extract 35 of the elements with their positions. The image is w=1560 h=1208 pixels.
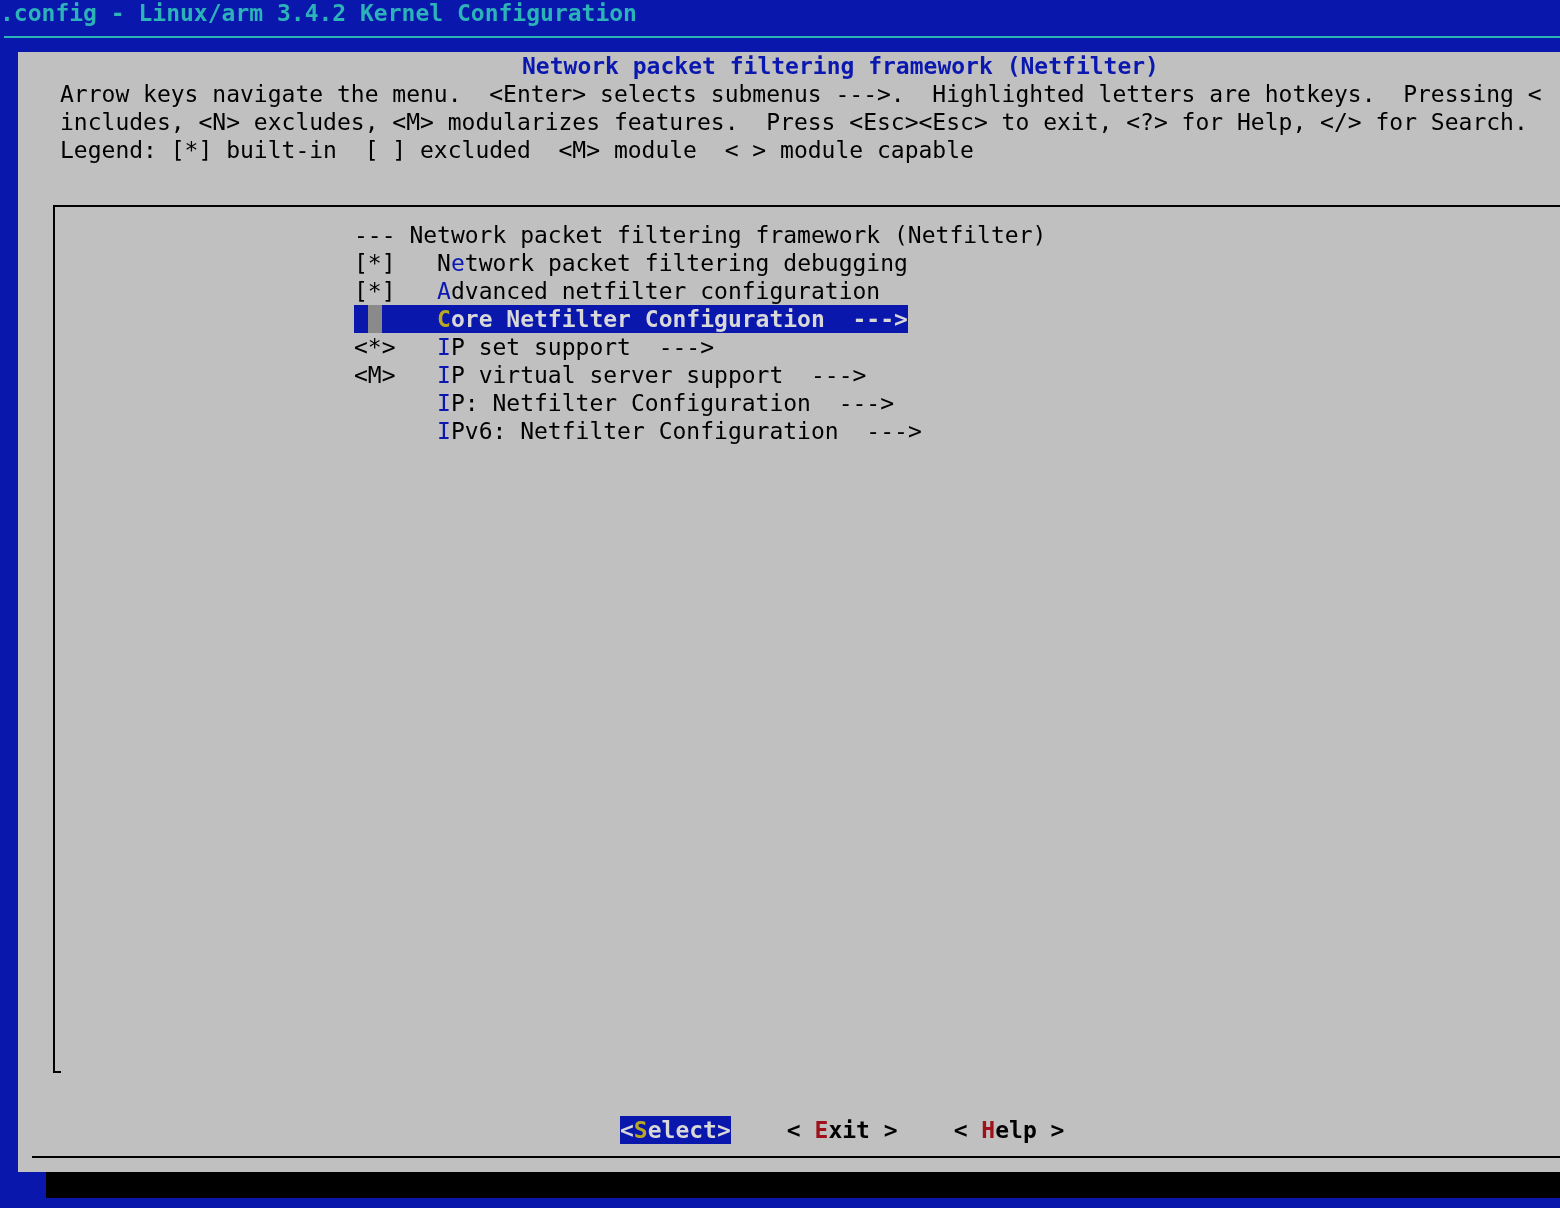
menu-item[interactable]: IPv6: Netfilter Configuration ---> <box>354 417 922 445</box>
menu-separator: --- <box>354 221 397 249</box>
menu-item-label: Network packet filtering framework (Netfilter) <box>409 221 1047 249</box>
submenu-arrow: ---> <box>810 361 867 389</box>
dialog-button[interactable]: < Help > <box>953 1116 1065 1144</box>
window-title: .config - Linux/arm 3.4.2 Kernel Configuration <box>0 0 638 26</box>
help-text: Arrow keys navigate the menu. <Enter> selects submenus --->. Highlighted letters are hotkeys. Pressing < <box>60 80 1543 108</box>
menu-item[interactable]: --- Network packet filtering framework (Netfilter) <box>354 221 1047 249</box>
option-state: [*] <box>354 277 396 305</box>
menu-item[interactable]: Core Netfilter Configuration ---> <box>354 305 908 333</box>
menu-item-label: Network packet filtering debugging <box>437 249 908 277</box>
help-text: includes, <N> excludes, <M> modularizes features. Press <Esc><Esc> to exit, <?> for Help, </> for Search. <box>60 108 1529 136</box>
help-text: Legend: [*] built-in [ ] excluded <M> module < > module capable <box>60 136 975 164</box>
option-state: <M> <box>354 361 396 389</box>
menu-item[interactable]: [*] Advanced netfilter configuration <box>354 277 881 305</box>
submenu-arrow: ---> <box>866 417 922 445</box>
menu-item[interactable]: <*> IP set support ---> <box>354 333 715 361</box>
submenu-arrow: ---> <box>838 389 895 417</box>
menu-item[interactable]: [*] Network packet filtering debugging <box>354 249 908 277</box>
menu-item-label: IP set support <box>437 333 631 361</box>
menu-item[interactable]: <M> IP virtual server support ---> <box>354 361 867 389</box>
submenu-arrow: ---> <box>658 333 715 361</box>
menu-item[interactable]: IP: Netfilter Configuration ---> <box>354 389 895 417</box>
menu-item-label: Core Netfilter Configuration <box>437 305 825 333</box>
dialog-title: Network packet filtering framework (Netfilter) <box>522 53 1159 79</box>
dialog-button[interactable]: < Exit > <box>786 1116 898 1144</box>
text-cursor <box>367 305 382 333</box>
menu-item-label: Advanced netfilter configuration <box>437 277 881 305</box>
option-state: <*> <box>354 333 396 361</box>
dialog-button[interactable]: <Select> <box>620 1116 731 1144</box>
menu-item-label: IPv6: Netfilter Configuration <box>437 417 839 445</box>
submenu-arrow: ---> <box>852 305 908 333</box>
option-state: [*] <box>354 249 396 277</box>
menu-item-label: IP virtual server support <box>437 361 784 389</box>
menu-item-label: IP: Netfilter Configuration <box>437 389 811 417</box>
